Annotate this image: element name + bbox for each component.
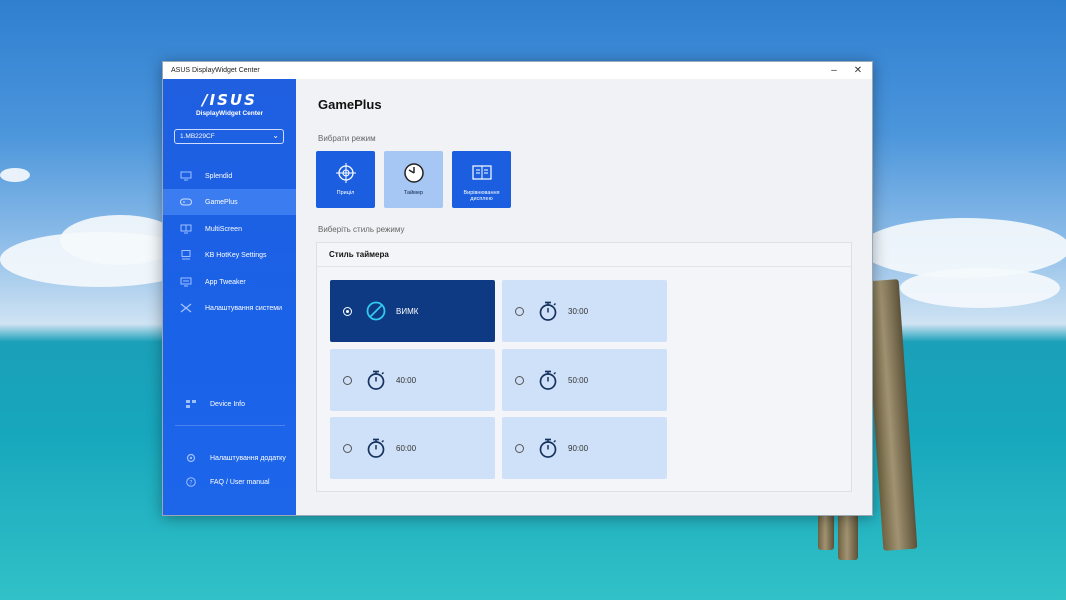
title-bar: ASUS DisplayWidget Center – ✕	[163, 62, 872, 79]
device-select[interactable]: 1.MB229CF ⌄	[174, 129, 284, 144]
brand-logo: /ISUS	[202, 91, 257, 109]
timer-option-label: ВИМК	[396, 306, 419, 316]
device-select-value: 1.MB229CF	[180, 133, 215, 140]
monitor-icon	[180, 171, 192, 181]
timer-option-40[interactable]: 40:00	[330, 349, 495, 411]
sidebar-item-label: Device Info	[210, 400, 246, 408]
window-title: ASUS DisplayWidget Center	[171, 67, 260, 74]
background-post	[838, 512, 858, 560]
mode-label: Вирівнювання дисплею	[463, 190, 500, 202]
radio-button[interactable]	[515, 375, 524, 385]
radio-button[interactable]	[343, 443, 352, 453]
off-icon	[365, 300, 387, 322]
sidebar-item-device-info[interactable]: Device Info	[163, 391, 296, 417]
keyboard-monitor-icon	[180, 250, 192, 260]
timer-option-90[interactable]: 90:00	[502, 417, 667, 479]
sidebar-item-kb-hotkey[interactable]: KB HotKey Settings	[163, 242, 296, 268]
mode-crosshair-button[interactable]: Приціл	[316, 151, 375, 208]
minimize-button[interactable]: –	[822, 62, 846, 79]
app-subtitle: DisplayWidget Center	[195, 110, 264, 117]
help-icon: ?	[185, 477, 197, 487]
background-cloud	[900, 268, 1060, 308]
radio-button[interactable]	[515, 306, 524, 316]
sidebar-item-label: Splendid	[205, 172, 233, 180]
radio-button[interactable]	[515, 443, 524, 453]
panel-title: Стиль таймера	[329, 250, 389, 259]
mode-timer-button[interactable]: Таймер	[384, 151, 443, 208]
monitor-app-icon	[180, 277, 192, 287]
sidebar-item-label: App Tweaker	[205, 278, 246, 286]
mode-label: Таймер	[403, 190, 424, 196]
stopwatch-icon	[537, 369, 559, 391]
sidebar-item-label: MultiScreen	[205, 225, 242, 233]
background-cloud	[0, 168, 30, 182]
device-info-icon	[185, 400, 197, 409]
panel-divider	[317, 266, 851, 267]
close-button[interactable]: ✕	[846, 62, 870, 79]
sidebar-item-app-settings[interactable]: Налаштування додатку	[163, 445, 296, 471]
chevron-down-icon: ⌄	[272, 131, 279, 140]
page-title: GamePlus	[318, 97, 382, 112]
background-post	[818, 512, 834, 550]
monitor-split-icon	[180, 224, 192, 234]
sidebar-item-label: Налаштування системи	[205, 304, 282, 312]
sidebar-item-system-settings[interactable]: Налаштування системи	[163, 295, 296, 321]
timer-option-60[interactable]: 60:00	[330, 417, 495, 479]
sidebar-item-label: KB HotKey Settings	[205, 251, 267, 259]
timer-option-label: 90:00	[568, 443, 589, 453]
timer-option-off[interactable]: ВИМК	[330, 280, 495, 342]
mode-label: Приціл	[336, 190, 355, 196]
crosshair-icon	[335, 163, 356, 183]
stopwatch-icon	[537, 437, 559, 459]
radio-button[interactable]	[343, 375, 352, 385]
timer-option-label: 30:00	[568, 306, 589, 316]
stopwatch-icon	[365, 437, 387, 459]
mode-display-alignment-button[interactable]: Вирівнювання дисплею	[452, 151, 511, 208]
radio-button[interactable]	[343, 306, 352, 316]
timer-style-panel: Стиль таймера ВИМК 30:00 40:00 50:00 60:…	[316, 242, 852, 492]
main-content: GamePlus Вибрати режим Приціл Таймер Вир…	[296, 79, 872, 515]
sidebar-item-label: FAQ / User manual	[210, 478, 270, 486]
stopwatch-icon	[365, 369, 387, 391]
timer-option-label: 60:00	[396, 443, 417, 453]
timer-option-label: 40:00	[396, 375, 417, 385]
timer-option-50[interactable]: 50:00	[502, 349, 667, 411]
svg-text:?: ?	[189, 480, 192, 487]
style-section-label: Виберіть стиль режиму	[318, 225, 405, 234]
sidebar-item-gameplus[interactable]: GamePlus	[163, 189, 296, 215]
sidebar-divider	[175, 425, 285, 426]
gamepad-icon	[180, 198, 192, 207]
tools-icon	[180, 303, 192, 313]
sidebar-item-label: Налаштування додатку	[210, 454, 286, 462]
sidebar-item-splendid[interactable]: Splendid	[163, 163, 296, 189]
display-alignment-icon	[471, 165, 492, 180]
gear-icon	[185, 453, 197, 463]
sidebar: /ISUS DisplayWidget Center 1.MB229CF ⌄ S…	[163, 79, 296, 515]
timer-option-30[interactable]: 30:00	[502, 280, 667, 342]
sidebar-item-app-tweaker[interactable]: App Tweaker	[163, 269, 296, 295]
sidebar-item-multiscreen[interactable]: MultiScreen	[163, 216, 296, 242]
asus-logo: /ISUS DisplayWidget Center	[163, 91, 296, 117]
sidebar-item-label: GamePlus	[205, 198, 238, 206]
timer-icon	[403, 163, 424, 183]
timer-option-label: 50:00	[568, 375, 589, 385]
stopwatch-icon	[537, 300, 559, 322]
app-window: ASUS DisplayWidget Center – ✕ /ISUS Disp…	[162, 61, 873, 516]
sidebar-item-faq[interactable]: ? FAQ / User manual	[163, 469, 296, 495]
mode-section-label: Вибрати режим	[318, 134, 376, 143]
